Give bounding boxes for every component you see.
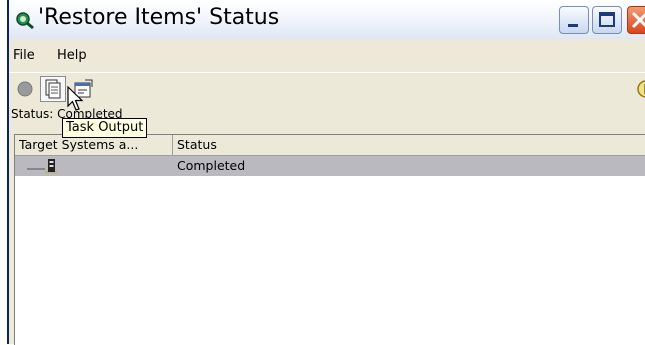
green-search-icon (15, 10, 35, 30)
stop-icon[interactable] (14, 78, 36, 100)
task-output-tooltip: Task Output (62, 118, 147, 138)
toolbar (9, 72, 645, 105)
menu-bar: File Help (9, 45, 645, 67)
maximize-icon (593, 7, 621, 33)
column-header-status[interactable]: Status (173, 135, 645, 155)
table-header: Target Systems a... Status (15, 135, 645, 156)
row-status: Completed (177, 156, 245, 176)
column-header-target-systems[interactable]: Target Systems a... (15, 135, 173, 155)
restore-items-status-window: 'Restore Items' Status File Help (7, 0, 645, 344)
menu-help[interactable]: Help (57, 48, 87, 63)
maximize-button[interactable] (592, 6, 622, 34)
window-title: 'Restore Items' Status (38, 5, 279, 30)
task-output-button[interactable] (40, 76, 66, 102)
title-bar[interactable]: 'Restore Items' Status (9, 0, 645, 39)
help-icon[interactable] (636, 79, 645, 99)
minimize-button[interactable] (559, 6, 589, 34)
close-icon (628, 7, 645, 33)
mouse-cursor-icon (66, 86, 86, 112)
task-output-icon (41, 77, 65, 101)
minimize-icon (560, 7, 588, 33)
close-button[interactable] (627, 6, 645, 34)
system-icon (23, 157, 63, 175)
menu-file[interactable]: File (13, 48, 35, 63)
target-systems-table: Target Systems a... Status Completed (14, 134, 645, 345)
table-row[interactable]: Completed (15, 156, 645, 176)
